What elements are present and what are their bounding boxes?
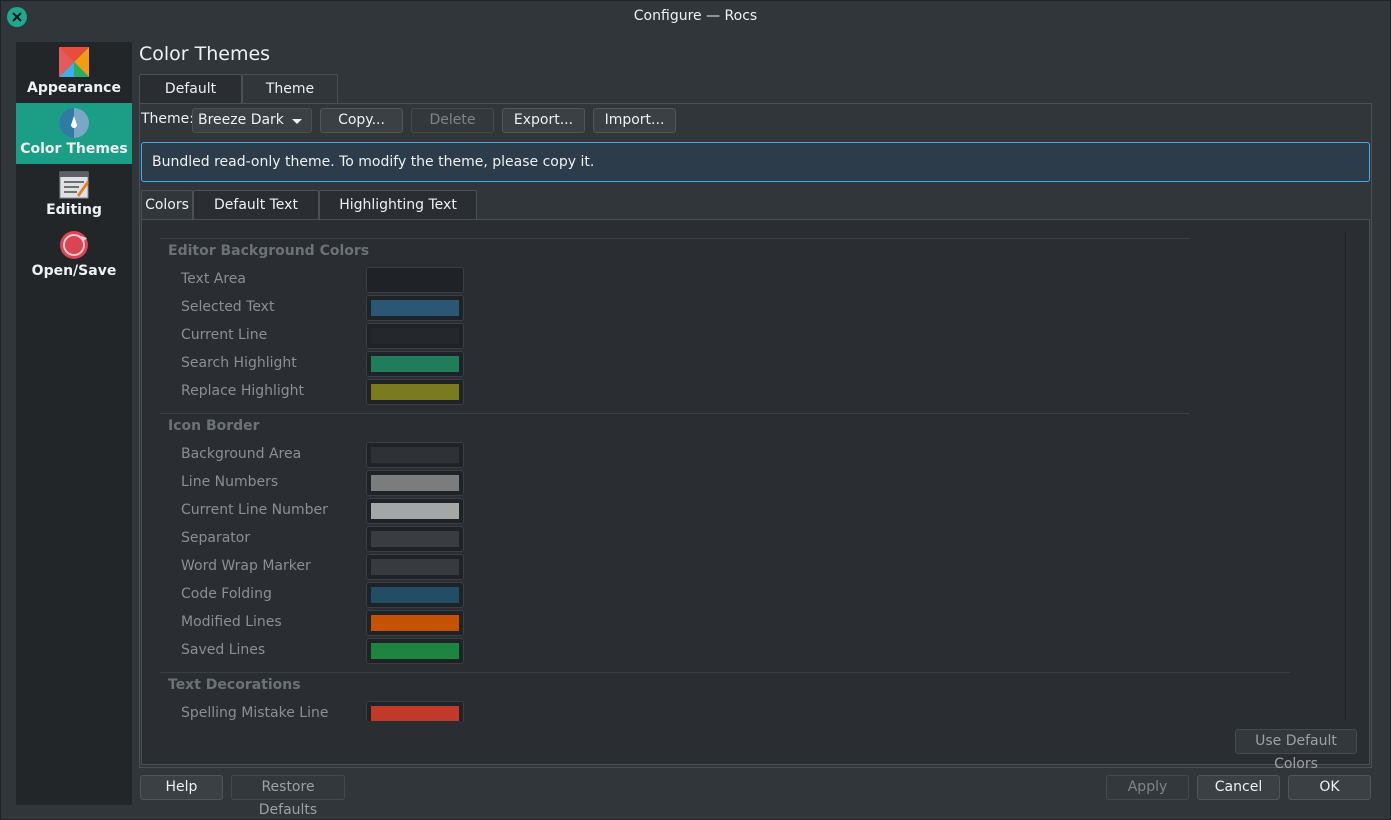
use-default-colors-button[interactable]: Use Default Colors xyxy=(1235,729,1357,772)
color-row-label: Current Line xyxy=(181,327,268,343)
color-swatch-button[interactable] xyxy=(366,442,464,468)
window-title: Configure — Rocs xyxy=(633,8,758,24)
title-bar: Configure — Rocs xyxy=(1,1,1390,33)
color-swatch-button[interactable] xyxy=(366,379,464,405)
color-swatch-button[interactable] xyxy=(366,610,464,636)
color-swatch-fill xyxy=(371,447,459,463)
color-list: Editor Background Colors Text Area Selec… xyxy=(159,230,1339,721)
import-button[interactable]: Import... xyxy=(593,108,676,133)
color-row-label: Selected Text xyxy=(181,299,275,315)
sidebar-item-open-save[interactable]: Open/Save xyxy=(16,225,132,286)
color-swatch-fill xyxy=(371,587,459,603)
help-button[interactable]: Help xyxy=(140,775,223,800)
chevron-down-icon xyxy=(292,119,302,124)
theme-label: Theme: xyxy=(141,111,195,127)
color-row-label: Replace Highlight xyxy=(181,383,305,399)
color-swatch-button[interactable] xyxy=(366,526,464,552)
group-divider xyxy=(160,238,1190,239)
group-title: Icon Border xyxy=(168,418,260,434)
color-themes-icon xyxy=(59,108,89,138)
color-swatch-button[interactable] xyxy=(366,498,464,524)
open-save-icon xyxy=(60,231,88,259)
color-swatch-button[interactable] xyxy=(366,295,464,321)
delete-button[interactable]: Delete xyxy=(411,108,494,133)
sidebar: Appearance Color Themes Editing Open/Sav… xyxy=(16,42,132,805)
ok-button[interactable]: OK xyxy=(1288,775,1371,800)
color-row-label: Background Area xyxy=(181,446,302,462)
color-swatch-button[interactable] xyxy=(366,351,464,377)
color-row-label: Word Wrap Marker xyxy=(181,558,311,574)
copy-button[interactable]: Copy... xyxy=(320,108,403,133)
apply-button[interactable]: Apply xyxy=(1106,775,1189,800)
color-row-label: Text Area xyxy=(181,271,246,287)
color-swatch-fill xyxy=(371,300,459,316)
color-swatch-fill xyxy=(371,475,459,491)
color-swatch-fill xyxy=(371,706,459,721)
tab-highlighting-text-styles[interactable]: Highlighting Text Styles xyxy=(319,190,477,241)
color-swatch-button[interactable] xyxy=(366,582,464,608)
color-row-label: Saved Lines xyxy=(181,642,266,658)
color-row-label: Code Folding xyxy=(181,586,272,602)
tab-theme-editor[interactable]: Theme Editor xyxy=(242,74,338,125)
configure-dialog: Configure — Rocs Appearance Color Themes xyxy=(0,0,1391,820)
color-row-label: Separator xyxy=(181,530,251,546)
group-divider xyxy=(160,413,1190,414)
group-title: Editor Background Colors xyxy=(168,243,370,259)
color-swatch-fill xyxy=(371,531,459,547)
color-swatch-button[interactable] xyxy=(366,323,464,349)
color-row-label: Current Line Number xyxy=(181,502,328,518)
color-swatch-fill xyxy=(371,643,459,659)
color-swatch-fill xyxy=(371,328,459,344)
color-swatch-fill xyxy=(371,384,459,400)
tab-default-theme[interactable]: Default Theme xyxy=(139,74,242,125)
color-swatch-button[interactable] xyxy=(366,701,464,721)
group-divider xyxy=(160,672,1290,673)
editing-icon xyxy=(59,171,89,199)
sidebar-item-label: Editing xyxy=(46,202,102,218)
restore-defaults-button[interactable]: Restore Defaults xyxy=(231,775,345,818)
color-swatch-button[interactable] xyxy=(366,554,464,580)
appearance-icon xyxy=(59,47,89,77)
color-row-label: Spelling Mistake Line xyxy=(181,705,329,721)
group-title: Text Decorations xyxy=(168,677,301,693)
color-swatch-button[interactable] xyxy=(366,638,464,664)
color-swatch-fill xyxy=(371,356,459,372)
tab-colors[interactable]: Colors xyxy=(141,190,193,220)
sidebar-item-label: Open/Save xyxy=(31,263,117,279)
page-title: Color Themes xyxy=(139,43,271,65)
theme-select[interactable]: Breeze Dark xyxy=(192,108,312,133)
color-swatch-fill xyxy=(371,272,459,288)
sidebar-item-appearance[interactable]: Appearance xyxy=(16,42,132,103)
color-row-label: Line Numbers xyxy=(181,474,279,490)
export-button[interactable]: Export... xyxy=(502,108,585,133)
sidebar-item-color-themes[interactable]: Color Themes xyxy=(16,103,132,164)
color-swatch-button[interactable] xyxy=(366,267,464,293)
color-row-label: Modified Lines xyxy=(181,614,282,630)
sidebar-item-editing[interactable]: Editing xyxy=(16,164,132,225)
color-swatch-button[interactable] xyxy=(366,470,464,496)
read-only-banner: Bundled read-only theme. To modify the t… xyxy=(141,142,1370,182)
color-swatch-fill xyxy=(371,503,459,519)
sidebar-item-label: Appearance xyxy=(27,80,121,96)
scrollbar-thumb[interactable] xyxy=(1345,231,1357,721)
vertical-scrollbar[interactable] xyxy=(1345,231,1357,721)
cancel-button[interactable]: Cancel xyxy=(1197,775,1280,800)
color-swatch-fill xyxy=(371,559,459,575)
theme-select-value: Breeze Dark xyxy=(198,112,284,128)
sidebar-item-label: Color Themes xyxy=(20,141,128,157)
tab-default-text-styles[interactable]: Default Text Styles xyxy=(193,190,319,241)
color-swatch-fill xyxy=(371,615,459,631)
color-row-label: Search Highlight xyxy=(181,355,297,371)
